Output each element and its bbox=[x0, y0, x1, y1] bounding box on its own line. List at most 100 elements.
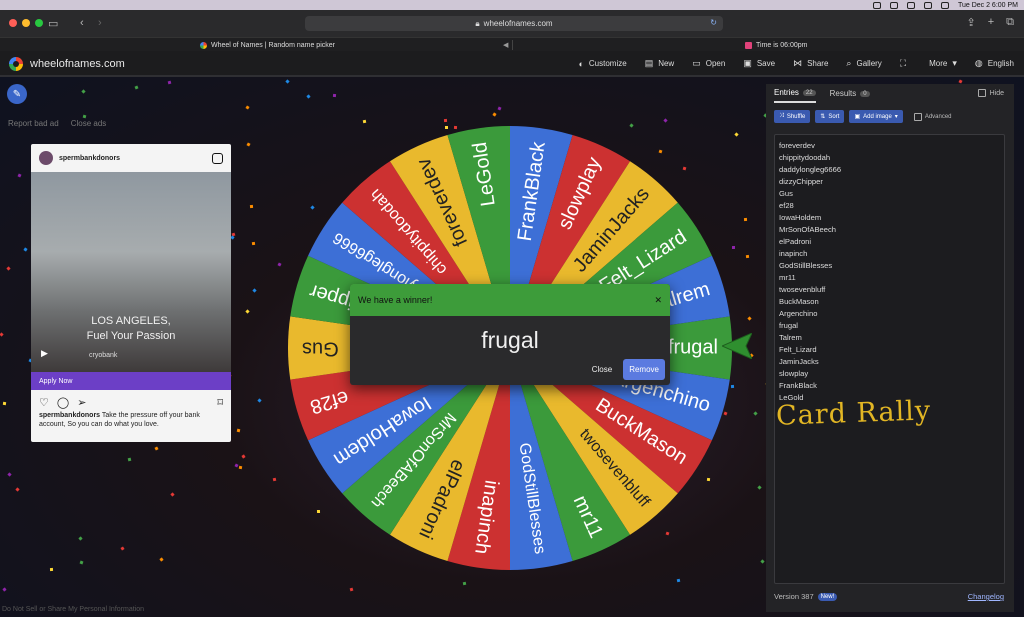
nav-item-english[interactable]: ◍ English bbox=[975, 58, 1014, 69]
nav-item-save[interactable]: ▣ Save bbox=[743, 58, 775, 69]
ad-account: spermbankdonors bbox=[59, 154, 121, 162]
tab-overview-icon[interactable]: ⧉ bbox=[1006, 16, 1014, 29]
list-item: MrSonOfABeech bbox=[779, 225, 836, 234]
entries-textarea[interactable]: foreverdev chippitydoodah daddylongleg6666… bbox=[774, 134, 1005, 584]
list-item: Gus bbox=[779, 189, 793, 198]
list-item: FrankBlack bbox=[779, 381, 817, 390]
back-icon[interactable]: ‹ bbox=[80, 17, 84, 29]
confetti-piece bbox=[362, 119, 367, 124]
nav-label: Share bbox=[807, 59, 829, 68]
clock[interactable]: Tue Dec 2 6:00 PM bbox=[958, 2, 1018, 9]
nav-item-open[interactable]: ▭ Open bbox=[692, 58, 725, 69]
ad-subheadline: Fuel Your Passion bbox=[86, 330, 176, 342]
advanced-toggle[interactable]: Advanced bbox=[913, 112, 952, 121]
close-ads-link[interactable]: Close ads bbox=[71, 119, 107, 128]
globe-icon: ◍ bbox=[974, 58, 983, 68]
battery-icon[interactable] bbox=[923, 1, 932, 9]
search-icon[interactable] bbox=[940, 1, 949, 9]
comment-icon[interactable]: ◯ bbox=[57, 396, 69, 409]
changelog-link[interactable]: Changelog bbox=[968, 592, 1004, 601]
shuffle-button[interactable]: ⤨ Shuffle bbox=[774, 110, 811, 123]
close-icon[interactable]: ✕ bbox=[654, 295, 662, 306]
status-icon[interactable] bbox=[872, 1, 881, 9]
nav-item-customize[interactable]: ◐ Customize bbox=[578, 58, 626, 69]
sidebar-icon[interactable]: ▭ bbox=[48, 17, 58, 30]
fullscreen-icon: ⛶ bbox=[899, 58, 907, 68]
close-window-button[interactable] bbox=[9, 19, 17, 27]
reload-icon[interactable]: ↻ bbox=[710, 18, 717, 27]
forward-icon[interactable]: › bbox=[98, 17, 102, 29]
ad-caption: spermbankdonors Take the pressure off yo… bbox=[31, 411, 231, 429]
list-item: Felt_Lizard bbox=[779, 345, 817, 354]
wheel-logo-icon[interactable] bbox=[9, 57, 23, 71]
new-tab-icon[interactable]: + bbox=[988, 16, 994, 29]
minimize-window-button[interactable] bbox=[22, 19, 30, 27]
play-icon[interactable]: ▶ bbox=[41, 348, 48, 359]
confetti-piece bbox=[745, 254, 750, 259]
hide-checkbox[interactable] bbox=[977, 89, 986, 97]
audio-icon[interactable]: ◀︎ bbox=[503, 38, 508, 52]
tab-entries[interactable]: Entries 22 bbox=[774, 88, 816, 103]
apply-now-button[interactable]: Apply Now bbox=[31, 372, 231, 390]
window-controls bbox=[9, 19, 43, 27]
tab-label: Entries bbox=[774, 88, 799, 97]
nav-item-fullscreen[interactable]: ⛶ bbox=[900, 58, 911, 69]
advanced-checkbox[interactable] bbox=[913, 112, 922, 121]
ad-image[interactable]: LOS ANGELES, Fuel Your Passion cryobank … bbox=[31, 172, 231, 372]
add-image-button[interactable]: ▣ Add image ▾ bbox=[849, 110, 903, 123]
nav-item-gallery[interactable]: ⌕ Gallery bbox=[846, 58, 881, 69]
winner-dialog: We have a winner! ✕ frugal Close Remove bbox=[350, 284, 670, 385]
avatar bbox=[39, 151, 53, 165]
zoom-window-button[interactable] bbox=[35, 19, 43, 27]
bookmark-icon[interactable]: ⌑ bbox=[217, 396, 223, 409]
share-icon[interactable]: ⇪ bbox=[966, 16, 975, 29]
hide-toggle[interactable]: Hide bbox=[977, 89, 1004, 97]
heart-icon[interactable]: ♡ bbox=[39, 396, 49, 409]
nav-item-share[interactable]: ⋈ Share bbox=[793, 58, 828, 69]
close-button[interactable]: Close bbox=[592, 365, 612, 374]
remove-button[interactable]: Remove bbox=[623, 359, 665, 380]
tab-label: Results bbox=[829, 89, 857, 98]
tab-title: Time is 06:00pm bbox=[756, 41, 808, 49]
address-bar[interactable]: 🔒︎ wheelofnames.com ↻ bbox=[305, 16, 723, 31]
nav-item-new[interactable]: ▤ New bbox=[645, 58, 675, 69]
wifi-icon[interactable] bbox=[906, 1, 915, 9]
do-not-sell-link[interactable]: Do Not Sell or Share My Personal Informa… bbox=[2, 606, 144, 613]
list-item: daddylongleg6666 bbox=[779, 165, 842, 174]
list-item: twosevenbluff bbox=[779, 285, 826, 294]
tab-results[interactable]: Results 0 bbox=[830, 88, 870, 103]
file-icon: ▤ bbox=[644, 58, 654, 68]
ad-headline: LOS ANGELES, bbox=[91, 315, 171, 327]
list-item: GodStillBlesses bbox=[779, 261, 833, 270]
ad-header: spermbankdonors bbox=[31, 144, 231, 172]
image-icon: ▣ bbox=[854, 114, 861, 120]
nav-label: Gallery bbox=[856, 59, 882, 68]
tab-time[interactable]: Time is 06:00pm bbox=[745, 38, 807, 52]
confetti-piece bbox=[443, 118, 448, 123]
search-icon: ⌕ bbox=[846, 58, 852, 68]
sort-icon: ⇅ bbox=[820, 114, 826, 120]
nav-label: English bbox=[987, 59, 1014, 68]
nav-label: Open bbox=[705, 59, 726, 68]
edit-pencil-button[interactable]: ✎ bbox=[7, 84, 27, 104]
lock-icon: 🔒︎ bbox=[475, 18, 480, 28]
wheel-segment-label: frugal bbox=[668, 336, 718, 358]
nav-label: Save bbox=[756, 59, 776, 68]
report-bad-ad-link[interactable]: Report bad ad bbox=[8, 119, 59, 128]
list-item: frugal bbox=[779, 321, 798, 330]
list-item: slowplay bbox=[779, 369, 809, 378]
add-image-label: Add image bbox=[863, 113, 892, 120]
confetti-piece bbox=[49, 567, 54, 572]
status-icon[interactable] bbox=[889, 1, 898, 9]
nav-item-more[interactable]: More ▾ bbox=[929, 58, 957, 69]
wheel-pointer-icon bbox=[722, 333, 752, 359]
tab-bar: Wheel of Names | Random name picker ◀︎ T… bbox=[0, 37, 1024, 51]
entries-count-badge: 22 bbox=[802, 89, 816, 96]
tab-wheel-of-names[interactable]: Wheel of Names | Random name picker bbox=[200, 38, 335, 52]
advertisement[interactable]: spermbankdonors LOS ANGELES, Fuel Your P… bbox=[31, 144, 231, 442]
advanced-label: Advanced bbox=[924, 113, 952, 120]
brand-name[interactable]: wheelofnames.com bbox=[30, 58, 125, 70]
sort-button[interactable]: ⇅ Sort bbox=[815, 110, 845, 123]
send-icon[interactable]: ➢ bbox=[77, 396, 86, 409]
wheel-segment-label: Gus bbox=[302, 338, 339, 360]
